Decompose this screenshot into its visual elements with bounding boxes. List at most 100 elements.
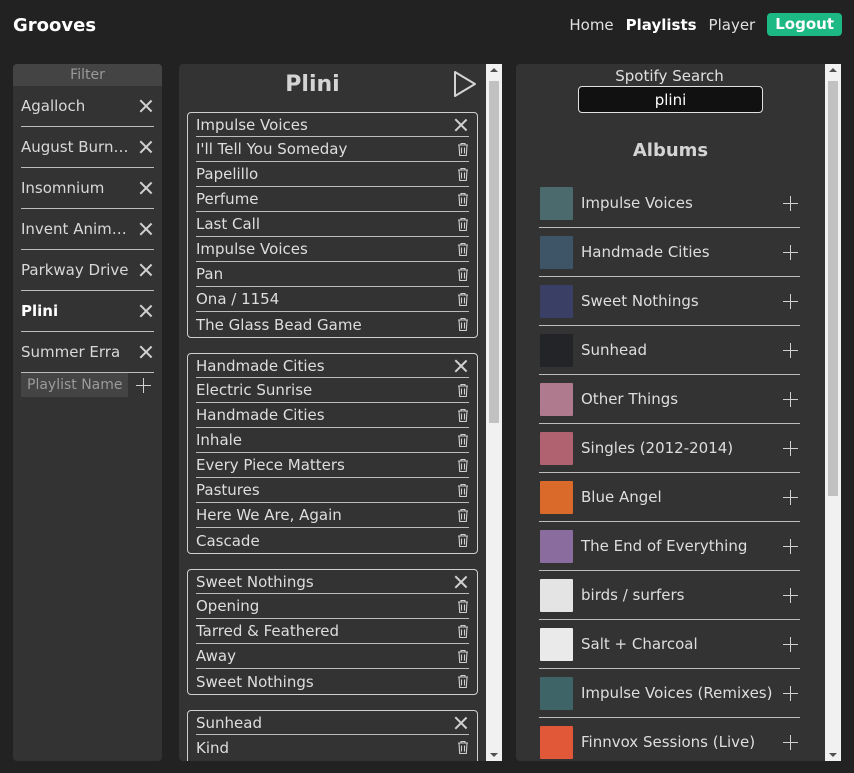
filter-item[interactable]: Agalloch — [21, 86, 154, 127]
filter-item[interactable]: Insomnium — [21, 168, 154, 209]
filter-item-label[interactable]: Insomnium — [21, 179, 104, 197]
spotify-scrollbar[interactable] — [825, 64, 841, 761]
trash-icon[interactable] — [457, 624, 469, 639]
filter-item[interactable]: Parkway Drive — [21, 250, 154, 291]
track-row: Cascade — [196, 528, 469, 553]
nav-playlists-link[interactable]: Playlists — [626, 16, 697, 34]
album-cover — [540, 529, 573, 563]
add-album-icon[interactable] — [783, 293, 798, 309]
trash-icon[interactable] — [457, 740, 469, 755]
close-icon[interactable] — [453, 358, 469, 374]
filter-item-label[interactable]: August Burns Red — [21, 138, 133, 156]
add-album-icon[interactable] — [783, 538, 798, 554]
trash-icon[interactable] — [457, 458, 469, 473]
spotify-album-item[interactable]: Other Things — [539, 375, 800, 424]
add-album-icon[interactable] — [783, 391, 798, 407]
spotify-album-item[interactable]: Impulse Voices — [539, 179, 800, 228]
close-icon[interactable] — [453, 117, 469, 133]
trash-icon[interactable] — [457, 167, 469, 182]
trash-icon[interactable] — [457, 674, 469, 689]
trash-icon[interactable] — [457, 142, 469, 157]
scrollbar-thumb[interactable] — [489, 81, 499, 423]
trash-icon[interactable] — [457, 292, 469, 307]
track-row: Tarred & Feathered — [196, 619, 469, 644]
filter-panel: Filter Agalloch August Burns Red Insomni… — [13, 64, 162, 761]
trash-icon[interactable] — [457, 483, 469, 498]
scrollbar-thumb[interactable] — [828, 81, 838, 496]
spotify-search-input[interactable] — [578, 86, 763, 113]
close-icon[interactable] — [453, 574, 469, 590]
trash-icon[interactable] — [457, 599, 469, 614]
filter-item-label[interactable]: Invent Animate — [21, 220, 133, 238]
add-album-icon[interactable] — [783, 587, 798, 603]
logout-button[interactable]: Logout — [767, 13, 842, 36]
trash-icon[interactable] — [457, 533, 469, 548]
playlist-title: Plini — [285, 72, 340, 97]
filter-item-label[interactable]: Agalloch — [21, 97, 85, 115]
scroll-up-arrow-icon[interactable] — [490, 68, 498, 72]
play-icon[interactable] — [453, 71, 477, 97]
add-album-icon[interactable] — [783, 342, 798, 358]
add-album-icon[interactable] — [783, 244, 798, 260]
track-row: Papelillo — [196, 162, 469, 187]
playlist-scrollbar[interactable] — [486, 64, 502, 761]
trash-icon[interactable] — [457, 192, 469, 207]
add-album-icon[interactable] — [783, 734, 798, 750]
add-album-icon[interactable] — [783, 685, 798, 701]
trash-icon[interactable] — [457, 317, 469, 332]
spotify-album-item[interactable]: Finnvox Sessions (Live) — [539, 718, 800, 761]
spotify-album-name: Sunhead — [581, 341, 647, 359]
trash-icon[interactable] — [457, 383, 469, 398]
spotify-album-item[interactable]: Blue Angel — [539, 473, 800, 522]
add-album-icon[interactable] — [783, 489, 798, 505]
close-icon[interactable] — [138, 303, 154, 319]
spotify-album-item[interactable]: Sunhead — [539, 326, 800, 375]
trash-icon[interactable] — [457, 217, 469, 232]
album-header: Sweet Nothings — [196, 570, 469, 594]
scroll-up-arrow-icon[interactable] — [829, 68, 837, 72]
filter-item-active[interactable]: Plini — [21, 291, 154, 332]
close-icon[interactable] — [138, 221, 154, 237]
scroll-down-arrow-icon[interactable] — [490, 753, 498, 757]
filter-item-label[interactable]: Parkway Drive — [21, 261, 129, 279]
album-header: Handmade Cities — [196, 354, 469, 378]
spotify-album-item[interactable]: Singles (2012-2014) — [539, 424, 800, 473]
close-icon[interactable] — [138, 139, 154, 155]
add-playlist-icon[interactable] — [136, 377, 151, 393]
album-name: Impulse Voices — [196, 115, 308, 134]
trash-icon[interactable] — [457, 649, 469, 664]
close-icon[interactable] — [453, 715, 469, 731]
nav-home-link[interactable]: Home — [569, 16, 613, 34]
filter-item[interactable]: Summer Erra — [21, 332, 154, 373]
track-name: Pan — [196, 265, 224, 283]
filter-item[interactable]: August Burns Red — [21, 127, 154, 168]
playlist-filter-list: Agalloch August Burns Red Insomnium Inve… — [13, 86, 162, 397]
spotify-album-item[interactable]: The End of Everything — [539, 522, 800, 571]
trash-icon[interactable] — [457, 242, 469, 257]
spotify-album-item[interactable]: Impulse Voices (Remixes) — [539, 669, 800, 718]
scroll-down-arrow-icon[interactable] — [829, 753, 837, 757]
trash-icon[interactable] — [457, 433, 469, 448]
trash-icon[interactable] — [457, 408, 469, 423]
add-album-icon[interactable] — [783, 440, 798, 456]
brand-logo[interactable]: Grooves — [13, 15, 96, 36]
close-icon[interactable] — [138, 262, 154, 278]
close-icon[interactable] — [138, 344, 154, 360]
spotify-album-item[interactable]: Handmade Cities — [539, 228, 800, 277]
add-album-icon[interactable] — [783, 195, 798, 211]
spotify-album-item[interactable]: Salt + Charcoal — [539, 620, 800, 669]
filter-item[interactable]: Invent Animate — [21, 209, 154, 250]
spotify-album-item[interactable]: Sweet Nothings — [539, 277, 800, 326]
nav-player-link[interactable]: Player — [709, 16, 756, 34]
filter-item-label[interactable]: Plini — [21, 302, 58, 320]
trash-icon[interactable] — [457, 267, 469, 282]
add-album-icon[interactable] — [783, 636, 798, 652]
playlist-name-input[interactable] — [21, 373, 128, 397]
spotify-album-name: Sweet Nothings — [581, 292, 699, 310]
trash-icon[interactable] — [457, 508, 469, 523]
filter-item-label[interactable]: Summer Erra — [21, 343, 120, 361]
close-icon[interactable] — [138, 180, 154, 196]
close-icon[interactable] — [138, 98, 154, 114]
spotify-album-item[interactable]: birds / surfers — [539, 571, 800, 620]
track-name: Ona / 1154 — [196, 290, 280, 308]
